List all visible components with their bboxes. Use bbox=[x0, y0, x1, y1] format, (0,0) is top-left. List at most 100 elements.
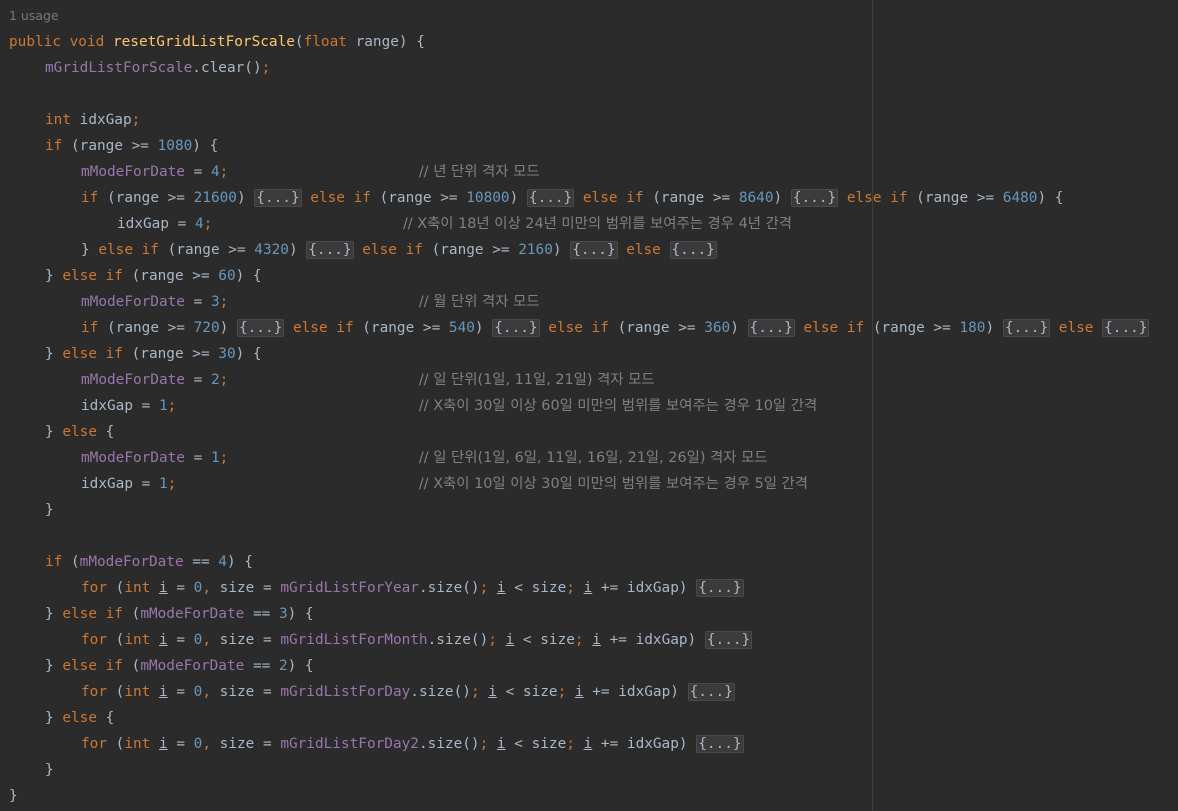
keyword: public void bbox=[9, 34, 113, 50]
folded-block-toggle[interactable]: {...} bbox=[1002, 319, 1051, 337]
code-line[interactable]: } bbox=[9, 783, 18, 809]
number-literal: 4320 bbox=[254, 242, 289, 258]
keyword: int bbox=[45, 112, 80, 128]
keyword: ; bbox=[479, 736, 497, 752]
code-line[interactable]: mModeForDate = 4; // 년 단위 격자 모드 bbox=[81, 159, 540, 185]
code-text: idxGap bbox=[81, 476, 133, 492]
keyword: if bbox=[45, 138, 71, 154]
code-text: .size() bbox=[410, 684, 471, 700]
code-text: += idxGap) bbox=[583, 684, 688, 700]
number-literal: 4 bbox=[218, 554, 227, 570]
code-line[interactable]: } else { bbox=[45, 419, 114, 445]
folded-block-toggle[interactable]: {...} bbox=[790, 189, 839, 207]
number-literal: 1 bbox=[158, 398, 168, 414]
code-line[interactable]: } bbox=[45, 497, 54, 523]
field: mModeForDate bbox=[81, 164, 185, 180]
code-text: = bbox=[184, 164, 211, 180]
code-line[interactable]: if (range >= 1080) { bbox=[45, 133, 218, 159]
field: mModeForDate bbox=[81, 294, 185, 310]
code-text: (range >= bbox=[131, 346, 219, 362]
code-line[interactable]: } else if (mModeForDate == 2) { bbox=[45, 653, 314, 679]
folded-block-toggle[interactable]: {...} bbox=[704, 631, 753, 649]
keyword: else if bbox=[62, 658, 132, 674]
code-line[interactable]: } else { bbox=[45, 705, 114, 731]
code-text: += idxGap) bbox=[600, 632, 705, 648]
code-text: } bbox=[45, 762, 54, 778]
code-line[interactable]: for (int i = 0, size = mGridListForDay2.… bbox=[81, 731, 744, 757]
code-editor[interactable]: 1 usage public void resetGridListForScal… bbox=[0, 0, 1178, 811]
comment: // X축이 10일 이상 30일 미만의 범위를 보여주는 경우 5일 간격 bbox=[418, 476, 809, 492]
keyword: else if bbox=[62, 268, 132, 284]
keyword: ; bbox=[574, 632, 593, 648]
function-name: resetGridListForScale bbox=[112, 34, 295, 50]
number-literal: 30 bbox=[218, 346, 236, 362]
keyword: for bbox=[81, 684, 116, 700]
folded-block-toggle[interactable]: {...} bbox=[570, 241, 618, 259]
code-line[interactable]: mModeForDate = 1; // 일 단위(1일, 6일, 11일, 1… bbox=[81, 445, 768, 471]
folded-block-toggle[interactable]: {...} bbox=[687, 683, 735, 701]
code-text: (range >= bbox=[916, 190, 1003, 206]
code-line[interactable]: if (range >= 21600) {...} else if (range… bbox=[81, 185, 1063, 211]
code-line[interactable]: for (int i = 0, size = mGridListForMonth… bbox=[81, 627, 753, 653]
folded-block-toggle[interactable]: {...} bbox=[254, 189, 302, 207]
code-text: < size bbox=[505, 580, 567, 596]
folded-block-toggle[interactable]: {...} bbox=[492, 319, 540, 337]
code-line[interactable]: idxGap = 4; // X축이 18년 이상 24년 미만의 범위를 보여… bbox=[117, 211, 792, 237]
code-line[interactable]: for (int i = 0, size = mGridListForDay.s… bbox=[81, 679, 735, 705]
comment: // X축이 18년 이상 24년 미만의 범위를 보여주는 경우 4년 간격 bbox=[402, 216, 793, 232]
keyword: ; bbox=[219, 294, 229, 310]
keyword: int bbox=[124, 736, 159, 752]
code-line[interactable]: } else if (range >= 4320) {...} else if … bbox=[81, 237, 717, 263]
folded-block-toggle[interactable]: {...} bbox=[696, 735, 744, 753]
code-text: } bbox=[45, 606, 63, 622]
folded-block-toggle[interactable]: {...} bbox=[696, 579, 744, 597]
code-text: ( bbox=[131, 606, 141, 622]
folded-block-toggle[interactable]: {...} bbox=[669, 241, 717, 259]
comment: // 월 단위 격자 모드 bbox=[418, 294, 540, 310]
comment: // 일 단위(1일, 11일, 21일) 격자 모드 bbox=[418, 372, 655, 388]
number-literal: 8640 bbox=[738, 190, 774, 206]
code-line[interactable]: mModeForDate = 3; // 월 단위 격자 모드 bbox=[81, 289, 540, 315]
folded-block-toggle[interactable]: {...} bbox=[526, 189, 575, 207]
folded-block-toggle[interactable]: {...} bbox=[306, 241, 354, 259]
code-line[interactable]: } else if (range >= 30) { bbox=[45, 341, 262, 367]
folded-block-toggle[interactable]: {...} bbox=[236, 319, 285, 337]
code-line[interactable]: for (int i = 0, size = mGridListForYear.… bbox=[81, 575, 744, 601]
keyword: else if bbox=[353, 242, 432, 258]
code-line[interactable]: if (range >= 720) {...} else if (range >… bbox=[81, 315, 1150, 341]
keyword: int bbox=[124, 580, 159, 596]
loop-variable: i bbox=[496, 580, 506, 596]
code-line[interactable]: mGridListForScale.clear(); bbox=[45, 55, 270, 81]
keyword: else bbox=[62, 710, 106, 726]
loop-variable: i bbox=[158, 736, 168, 752]
code-line[interactable]: if (mModeForDate == 4) { bbox=[45, 549, 253, 575]
code-text: } bbox=[45, 502, 54, 518]
number-literal: 3 bbox=[210, 294, 220, 310]
field: mModeForDate bbox=[79, 554, 184, 570]
folded-block-toggle[interactable]: {...} bbox=[1102, 319, 1150, 337]
comment: // 일 단위(1일, 6일, 11일, 16일, 21일, 26일) 격자 모… bbox=[418, 450, 768, 466]
code-line[interactable]: idxGap = 1; // X축이 30일 이상 60일 미만의 범위를 보여… bbox=[81, 393, 817, 419]
code-text: (range >= bbox=[107, 190, 194, 206]
code-line[interactable]: idxGap = 1; // X축이 10일 이상 30일 미만의 범위를 보여… bbox=[81, 471, 808, 497]
code-text: ( bbox=[71, 554, 80, 570]
code-line[interactable]: } else if (range >= 60) { bbox=[45, 263, 262, 289]
keyword: ; bbox=[479, 580, 497, 596]
code-text: = bbox=[132, 398, 159, 414]
code-text: .size() bbox=[427, 632, 489, 648]
code-line[interactable]: mModeForDate = 2; // 일 단위(1일, 11일, 21일) … bbox=[81, 367, 655, 393]
code-line[interactable]: } bbox=[45, 757, 54, 783]
number-literal: 6480 bbox=[1002, 190, 1038, 206]
usage-hint[interactable]: 1 usage bbox=[9, 3, 59, 29]
keyword: else if bbox=[539, 320, 618, 336]
keyword: ; bbox=[131, 112, 141, 128]
folded-block-toggle[interactable]: {...} bbox=[747, 319, 795, 337]
keyword: , bbox=[202, 684, 220, 700]
code-line[interactable]: int idxGap; bbox=[45, 107, 140, 133]
code-text: < size bbox=[505, 736, 567, 752]
code-line[interactable]: public void resetGridListForScale(float … bbox=[9, 29, 425, 55]
code-text: += idxGap) bbox=[592, 736, 697, 752]
keyword: ; bbox=[488, 632, 506, 648]
code-line[interactable]: } else if (mModeForDate == 3) { bbox=[45, 601, 314, 627]
